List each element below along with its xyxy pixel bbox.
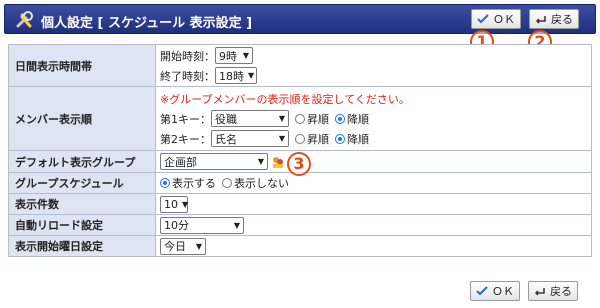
page-title: 個人設定 [ スケジュール 表示設定 ] [41,16,253,31]
group-picker-icon[interactable] [271,155,285,169]
chevron-down-icon: ▼ [233,220,240,230]
hide-label: 表示しない [234,177,289,190]
key1-asc-radio[interactable] [295,113,305,124]
auto-reload-select[interactable]: 10分 ▼ [160,216,244,234]
tools-icon [16,11,33,28]
auto-reload-cell: 10分 ▼ [155,214,592,236]
key1-desc-label: 降順 [347,112,369,126]
end-time-label: 終了時刻： [160,69,215,83]
label-display-count: 表示件数 [8,193,156,215]
back-button-top[interactable]: 戻る [529,9,579,29]
check-icon [477,14,489,24]
group-schedule-cell: 表示する 表示しない [155,172,592,194]
label-week-start: 表示開始曜日設定 [8,235,156,257]
default-group-select[interactable]: 企画部 ▼ [160,153,268,170]
display-count-cell: 10 ▼ [155,193,592,215]
chevron-down-icon: ▼ [257,157,264,166]
week-start-cell: 今日 ▼ [155,235,592,257]
daily-hours-cell: 開始時刻： 9時 ▼ 終了時刻： 18時 ▼ [155,44,592,87]
start-time-select[interactable]: 9時 ▼ [215,47,253,64]
ok-label: ＯＫ [492,285,514,298]
ok-button-bottom[interactable]: ＯＫ [470,281,520,301]
key1-desc-radio[interactable] [335,113,345,124]
member-order-notice: ※グループメンバーの表示順を設定してください。 [160,92,410,106]
title-bar: 個人設定 [ スケジュール 表示設定 ] ＯＫ 戻る [4,4,596,34]
key2-label: 第2キー： [160,132,211,146]
label-auto-reload: 自動リロード設定 [8,214,156,236]
end-time-select[interactable]: 18時 ▼ [215,67,257,84]
back-button-bottom[interactable]: 戻る [528,281,578,301]
key2-asc-label: 昇順 [307,132,329,146]
check-icon [476,286,488,296]
key2-desc-radio[interactable] [335,133,345,144]
show-radio[interactable] [160,178,170,188]
settings-table: 日間表示時間帯 開始時刻： 9時 ▼ 終了時刻： 18時 ▼ メンバー表示順 ※グル… [8,44,592,257]
key2-select[interactable]: 氏名 ▼ [211,130,289,147]
key1-label: 第1キー： [160,112,211,126]
chevron-down-icon: ▼ [195,241,202,251]
start-time-label: 開始時刻： [160,49,215,63]
return-arrow-icon [534,288,545,296]
back-label: 戻る [551,13,573,26]
annotation-badge-3: 3 [287,151,311,176]
label-daily-hours: 日間表示時間帯 [8,44,156,87]
key2-asc-radio[interactable] [295,133,305,144]
hide-radio[interactable] [222,178,232,188]
label-default-group: デフォルト表示グループ [8,150,156,173]
key1-asc-label: 昇順 [307,112,329,126]
ok-button-top[interactable]: ＯＫ [471,9,521,29]
ok-label: ＯＫ [493,13,515,26]
member-order-cell: ※グループメンバーの表示順を設定してください。 第1キー： 役職 ▼ 昇順 降順 … [155,86,592,151]
key2-desc-label: 降順 [347,132,369,146]
chevron-down-icon: ▼ [182,199,189,209]
back-label: 戻る [550,285,572,298]
chevron-down-icon: ▼ [242,51,249,60]
week-start-select[interactable]: 今日 ▼ [160,237,206,255]
chevron-down-icon: ▼ [278,114,285,123]
return-arrow-icon [535,16,546,24]
label-member-order: メンバー表示順 [8,86,156,151]
label-group-schedule: グループスケジュール [8,172,156,194]
chevron-down-icon: ▼ [248,71,255,80]
chevron-down-icon: ▼ [278,134,285,143]
key1-select[interactable]: 役職 ▼ [211,110,289,127]
show-label: 表示する [172,177,216,190]
default-group-cell: 企画部 ▼ 3 [155,150,592,176]
display-count-select[interactable]: 10 ▼ [160,195,189,213]
